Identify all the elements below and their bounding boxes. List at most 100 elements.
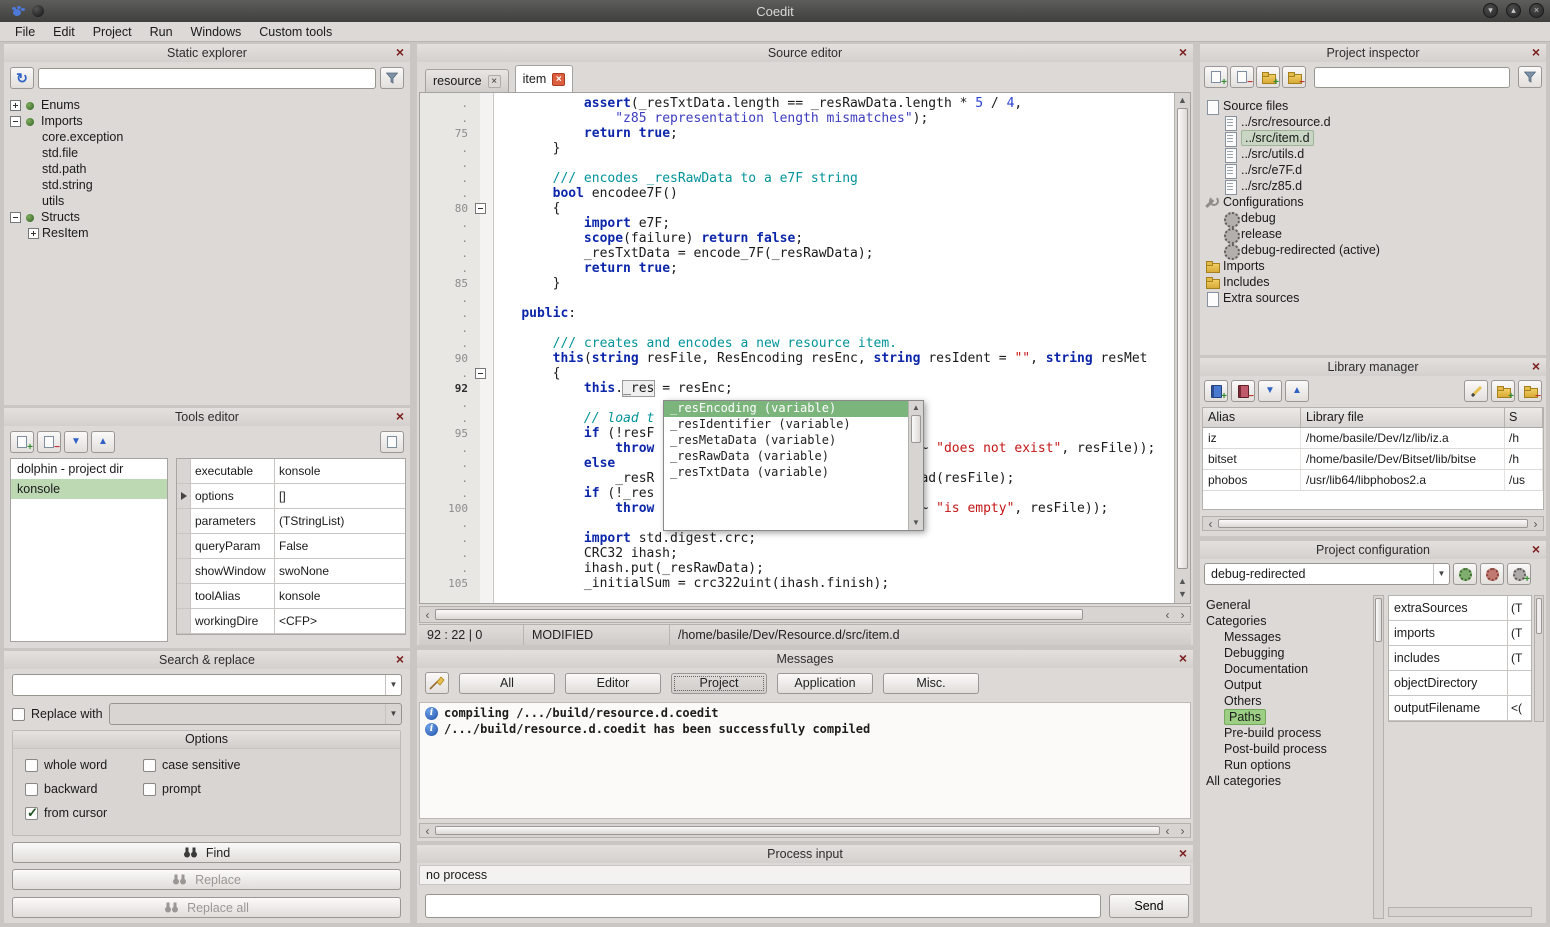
scrollbar-thumb[interactable] — [911, 415, 921, 443]
library-table-header[interactable]: Alias Library file S — [1203, 408, 1543, 428]
property-row[interactable]: showWindow swoNone — [177, 559, 405, 584]
edit-library-button[interactable] — [1464, 380, 1488, 402]
categories-scrollbar[interactable] — [1373, 595, 1384, 919]
code-line[interactable]: 90 this(string resFile, ResEncoding resE… — [420, 351, 1190, 366]
option-checkbox[interactable] — [25, 759, 38, 772]
remove-tool-button[interactable]: − — [37, 431, 61, 453]
move-library-down-button[interactable]: ▼ — [1258, 380, 1282, 402]
scroll-left-icon[interactable]: ‹ — [420, 608, 435, 622]
option-checkbox[interactable] — [25, 807, 38, 820]
config-property-row[interactable]: objectDirectory — [1389, 671, 1531, 696]
project-tree-item[interactable]: Source files — [1200, 98, 1546, 114]
fold-marker-icon[interactable] — [474, 246, 487, 261]
filter-button[interactable] — [380, 67, 404, 89]
move-tool-up-button[interactable]: ▲ — [91, 431, 115, 453]
move-library-up-button[interactable]: ▲ — [1285, 380, 1309, 402]
message-filter-button[interactable]: Misc. — [883, 673, 979, 694]
completion-item[interactable]: _resIdentifier (variable) — [664, 417, 908, 433]
fold-marker-icon[interactable] — [474, 306, 487, 321]
panel-close-icon[interactable]: × — [1179, 44, 1187, 61]
config-property-value[interactable]: (T — [1507, 621, 1531, 645]
fold-marker-icon[interactable] — [474, 336, 487, 351]
code-line[interactable]: . — [420, 321, 1190, 336]
property-row[interactable]: parameters (TStringList) — [177, 509, 405, 534]
code-line[interactable]: . public: — [420, 306, 1190, 321]
replace-combobox[interactable]: ▼ — [109, 703, 402, 725]
category-item[interactable]: All categories — [1202, 773, 1370, 789]
scroll-down-icon[interactable]: ▼ — [1175, 588, 1190, 601]
editor-vertical-scrollbar[interactable]: ▲ ▲ ▼ — [1174, 93, 1190, 603]
code-line[interactable]: . import e7F; — [420, 216, 1190, 231]
property-value[interactable]: [] — [275, 484, 405, 508]
completion-item[interactable]: _resTxtData (variable) — [664, 465, 908, 481]
category-item[interactable]: Debugging — [1220, 645, 1370, 661]
message-filter-button[interactable]: All — [459, 673, 555, 694]
category-item[interactable]: Documentation — [1220, 661, 1370, 677]
menu-item[interactable]: Run — [141, 24, 182, 40]
close-icon[interactable]: × — [1529, 3, 1544, 18]
menu-item[interactable]: Custom tools — [250, 24, 341, 40]
code-line[interactable]: . — [420, 156, 1190, 171]
category-item[interactable]: Others — [1220, 693, 1370, 709]
fold-marker-icon[interactable] — [474, 156, 487, 171]
code-line[interactable]: . ihash.put(_resRawData); — [420, 561, 1190, 576]
category-item[interactable]: General — [1202, 597, 1370, 613]
category-item[interactable]: Categories — [1202, 613, 1370, 629]
fold-marker-icon[interactable] — [474, 351, 487, 366]
fold-marker-icon[interactable] — [474, 111, 487, 126]
property-value[interactable]: (TStringList) — [275, 509, 405, 533]
fold-marker-icon[interactable] — [474, 456, 487, 471]
scroll-right-icon[interactable]: › — [1175, 608, 1190, 622]
option-checkbox[interactable] — [25, 783, 38, 796]
completion-item[interactable]: _resRawData (variable) — [664, 449, 908, 465]
library-horizontal-scrollbar[interactable]: ‹ › — [1202, 516, 1544, 531]
scroll-left-icon[interactable]: ‹ — [1160, 824, 1175, 838]
panel-close-icon[interactable]: × — [1532, 44, 1540, 61]
column-header[interactable]: S — [1505, 408, 1543, 427]
expander-icon[interactable] — [10, 212, 21, 223]
configuration-selector[interactable]: debug-redirected ▼ — [1204, 563, 1450, 585]
message-row[interactable]: i compiling /.../build/resource.d.coedit — [420, 705, 1190, 721]
scrollbar-thumb[interactable] — [435, 609, 1083, 620]
menu-item[interactable]: File — [6, 24, 44, 40]
move-tool-down-button[interactable]: ▼ — [64, 431, 88, 453]
scroll-left-icon[interactable]: ‹ — [1203, 517, 1218, 531]
fold-marker-icon[interactable] — [474, 396, 487, 411]
fold-marker-icon[interactable] — [474, 576, 487, 591]
expander-icon[interactable] — [10, 116, 21, 127]
maximize-icon[interactable]: ▴ — [1506, 3, 1521, 18]
category-item[interactable]: Run options — [1220, 757, 1370, 773]
editor-horizontal-scrollbar[interactable]: ‹ ‹ › — [419, 606, 1191, 623]
replace-button[interactable]: Replace — [12, 869, 401, 890]
fold-marker-icon[interactable] — [474, 186, 487, 201]
tree-item[interactable]: ResItem — [22, 225, 410, 241]
project-tree-item[interactable]: ../src/e7F.d — [1218, 162, 1546, 178]
property-value[interactable]: konsole — [275, 584, 405, 608]
option-checkbox[interactable] — [143, 759, 156, 772]
code-line[interactable]: . import std.digest.crc; — [420, 531, 1190, 546]
search-option[interactable]: case sensitive — [143, 758, 388, 772]
panel-close-icon[interactable]: × — [396, 44, 404, 61]
project-tree-item[interactable]: Extra sources — [1200, 290, 1546, 306]
tab-close-icon[interactable]: × — [552, 73, 565, 86]
project-tree-item[interactable]: debug — [1218, 210, 1546, 226]
tree-item[interactable]: Imports — [4, 113, 410, 129]
code-line[interactable]: . return true; — [420, 261, 1190, 276]
completion-scrollbar[interactable]: ▲ ▼ — [908, 401, 923, 530]
code-line[interactable]: . scope(failure) return false; — [420, 231, 1190, 246]
config-property-value[interactable]: <( — [1507, 696, 1531, 720]
scroll-up-icon[interactable]: ▲ — [1175, 575, 1190, 588]
tool-list-item[interactable]: dolphin - project dir — [11, 459, 167, 479]
editor-tab[interactable]: item × — [515, 65, 574, 92]
code-line[interactable]: 80 { — [420, 201, 1190, 216]
remove-folder-button[interactable]: − — [1282, 66, 1306, 88]
messages-horizontal-scrollbar[interactable]: ‹ ‹ › — [419, 823, 1191, 838]
fold-marker-icon[interactable] — [474, 411, 487, 426]
panel-close-icon[interactable]: × — [396, 408, 404, 425]
completion-item[interactable]: _resEncoding (variable) — [664, 401, 908, 417]
scrollbar-thumb[interactable] — [435, 826, 1160, 835]
add-tool-button[interactable]: + — [10, 431, 34, 453]
scrollbar-thumb[interactable] — [1177, 108, 1188, 569]
code-line[interactable]: . bool encodee7F() — [420, 186, 1190, 201]
tree-item[interactable]: Enums — [4, 97, 410, 113]
